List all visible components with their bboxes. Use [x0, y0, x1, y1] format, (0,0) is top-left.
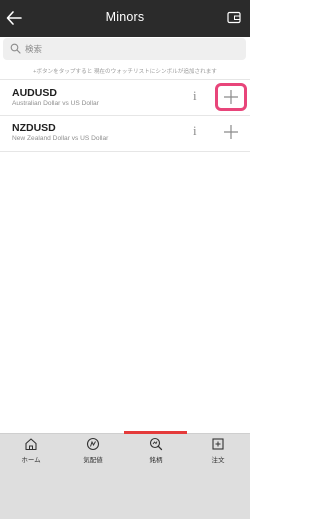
- tab-order[interactable]: 注文: [193, 437, 243, 469]
- tab-home[interactable]: ホーム: [6, 437, 56, 469]
- add-to-watchlist-button[interactable]: [215, 118, 247, 146]
- page-title: Minors: [105, 10, 145, 24]
- home-icon: [25, 438, 37, 451]
- wallet-icon[interactable]: [227, 11, 241, 24]
- plus-icon: [224, 125, 238, 139]
- tab-label: ホーム: [21, 457, 41, 464]
- search-icon: [10, 43, 21, 54]
- search-input[interactable]: 検索: [3, 38, 246, 60]
- info-icon[interactable]: i: [193, 123, 197, 139]
- divider: [0, 151, 250, 152]
- instrument-symbol: NZDUSD: [12, 122, 56, 134]
- symbol-search-icon: [149, 437, 163, 451]
- instrument-symbol: AUDUSD: [12, 87, 57, 99]
- order-icon: [212, 438, 224, 450]
- plus-icon: [224, 90, 238, 104]
- divider: [0, 115, 250, 116]
- add-to-watchlist-button[interactable]: [215, 83, 247, 111]
- tab-label: 気配値: [83, 457, 103, 464]
- info-icon[interactable]: i: [193, 88, 197, 104]
- active-tab-indicator: [124, 431, 187, 434]
- watchlist-hint: +ボタンをタップすると 現在のウォッチリストにシンボルが追加されます: [33, 69, 217, 75]
- quotes-icon: [86, 437, 100, 451]
- app-header: Minors: [0, 0, 250, 37]
- tab-label: 注文: [211, 457, 225, 464]
- instrument-row-nzdusd[interactable]: NZDUSD New Zealand Dollar vs US Dollar i: [0, 119, 250, 153]
- tab-label: 銘柄: [149, 457, 163, 464]
- search-placeholder: 検索: [25, 44, 43, 54]
- tab-symbols[interactable]: 銘柄: [131, 437, 181, 469]
- instrument-row-audusd[interactable]: AUDUSD Australian Dollar vs US Dollar i: [0, 83, 250, 118]
- instrument-description: New Zealand Dollar vs US Dollar: [12, 135, 109, 142]
- divider: [0, 79, 250, 80]
- instrument-description: Australian Dollar vs US Dollar: [12, 100, 99, 107]
- tab-quotes[interactable]: 気配値: [68, 437, 118, 469]
